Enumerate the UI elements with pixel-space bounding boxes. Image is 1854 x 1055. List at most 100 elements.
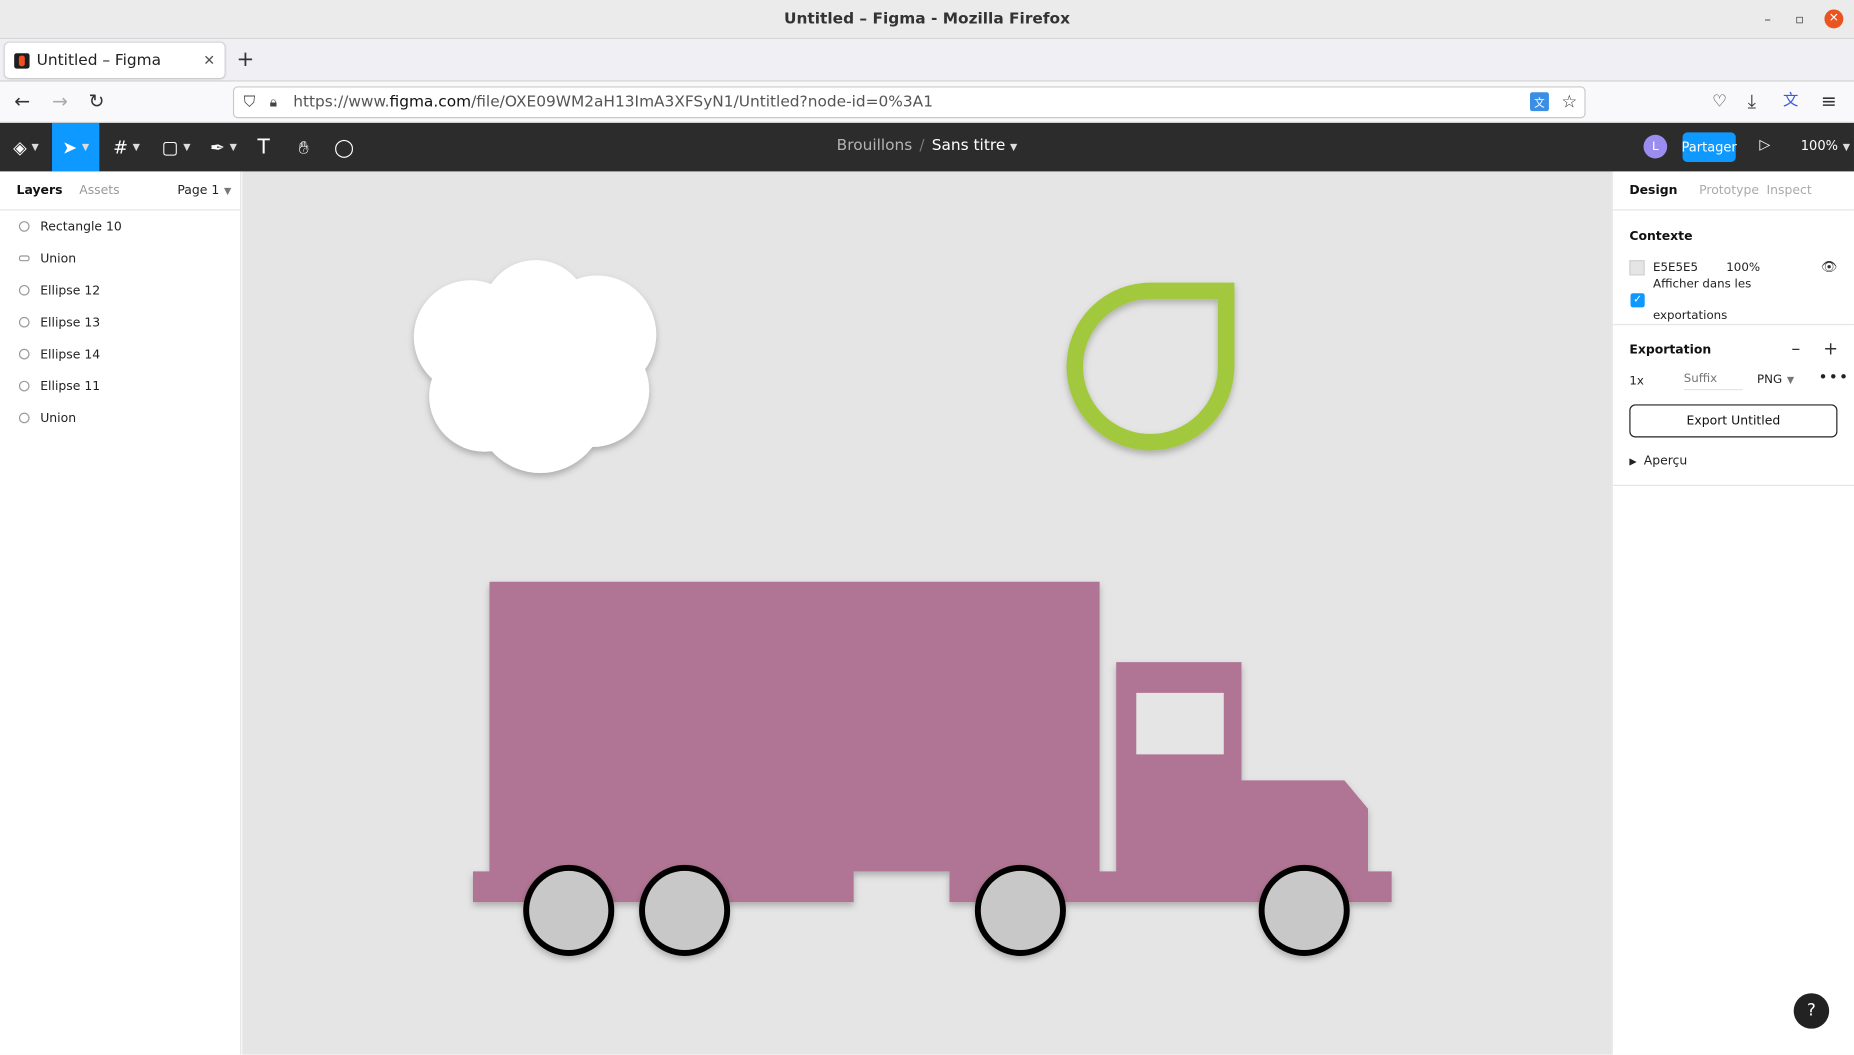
eye-icon[interactable]: 👁︎ xyxy=(1821,259,1838,274)
layer-label: Union xyxy=(40,410,77,426)
divider xyxy=(1612,484,1854,486)
tab-close-icon[interactable]: ✕ xyxy=(203,52,215,69)
translate-icon[interactable]: 文 xyxy=(1530,92,1549,112)
divider xyxy=(1612,323,1854,326)
tab-inspect[interactable]: Inspect xyxy=(1766,183,1811,197)
ellipse-layer-icon xyxy=(18,316,30,328)
layer-label: Ellipse 14 xyxy=(40,347,101,362)
truck-window xyxy=(1136,692,1224,755)
pocket-icon[interactable]: ♡ xyxy=(1712,91,1727,112)
add-export-icon[interactable]: + xyxy=(1823,338,1838,359)
layer-item[interactable]: Ellipse 11 xyxy=(0,370,240,402)
zoom-dropdown[interactable]: 100% ▼ xyxy=(1801,138,1850,153)
ellipse-layer-icon xyxy=(18,348,30,360)
layer-item[interactable]: Ellipse 13 xyxy=(0,306,240,338)
canvas-artwork xyxy=(413,260,1392,956)
layer-label: Ellipse 12 xyxy=(40,283,101,298)
cloud-shape[interactable] xyxy=(413,260,657,473)
show-in-exports-checkbox[interactable]: ✓ xyxy=(1630,293,1645,308)
truck-wheel[interactable] xyxy=(639,864,731,956)
reload-icon[interactable]: ↻ xyxy=(89,90,105,112)
breadcrumb-folder[interactable]: Brouillons xyxy=(837,137,913,155)
tab-prototype[interactable]: Prototype xyxy=(1699,183,1759,197)
present-play-icon[interactable]: ▷ xyxy=(1759,136,1770,153)
lock-icon[interactable]: 🔒︎ xyxy=(270,93,278,111)
tab-assets[interactable]: Assets xyxy=(79,183,119,197)
ellipse-layer-icon xyxy=(18,284,30,296)
context-section-title: Contexte xyxy=(1629,229,1693,244)
chevron-down-icon: ▼ xyxy=(223,185,232,197)
back-icon[interactable]: ← xyxy=(14,90,30,112)
vector-layer-icon xyxy=(18,221,30,232)
maximize-icon[interactable]: ▫ xyxy=(1791,11,1808,28)
bookmark-star-icon[interactable]: ☆ xyxy=(1561,91,1577,112)
truck-wheel[interactable] xyxy=(974,864,1066,956)
chevron-down-icon: ▼ xyxy=(1842,141,1850,153)
preview-toggle[interactable]: ▶ Aperçu xyxy=(1629,454,1687,468)
remove-export-icon[interactable]: – xyxy=(1791,338,1800,359)
layer-item[interactable]: Ellipse 12 xyxy=(0,274,240,306)
export-suffix-input[interactable] xyxy=(1683,372,1743,391)
export-format-value: PNG xyxy=(1757,373,1783,387)
union-layer-icon xyxy=(18,255,30,262)
close-window-icon[interactable]: ✕ xyxy=(1824,9,1844,29)
window-title: Untitled – Figma - Mozilla Firefox xyxy=(783,10,1070,28)
layer-item[interactable]: Union xyxy=(0,402,240,434)
right-panel-tabs: Design Prototype Inspect xyxy=(1612,171,1854,211)
layer-label: Rectangle 10 xyxy=(40,219,122,234)
background-color-swatch[interactable] xyxy=(1629,260,1645,276)
export-section-title: Exportation xyxy=(1629,342,1712,358)
download-icon[interactable]: ⤓ xyxy=(1748,90,1756,112)
shield-icon[interactable]: ⛉ xyxy=(244,93,256,111)
preview-label: Aperçu xyxy=(1643,454,1688,469)
truck-shape[interactable] xyxy=(472,581,1392,903)
leaf-shape[interactable] xyxy=(1066,282,1235,451)
more-options-icon[interactable]: ••• xyxy=(1819,369,1850,387)
tab-title: Untitled – Figma xyxy=(36,51,162,70)
page-selector[interactable]: Page 1 ▼ xyxy=(177,183,231,197)
layers-panel: Layers Assets Page 1 ▼ Rectangle 10 Union… xyxy=(0,171,242,1055)
new-tab-icon[interactable]: + xyxy=(236,47,254,72)
minimize-icon[interactable]: – xyxy=(1759,11,1776,28)
breadcrumb-separator: / xyxy=(919,137,925,155)
caret-right-icon: ▶ xyxy=(1629,456,1637,468)
layer-label: Union xyxy=(40,251,77,266)
zoom-value: 100% xyxy=(1800,138,1838,154)
left-panel-tabs: Layers Assets Page 1 ▼ xyxy=(0,171,241,211)
ellipse-layer-icon xyxy=(18,380,30,392)
layer-item[interactable]: Ellipse 14 xyxy=(0,338,240,370)
background-opacity-value[interactable]: 100% xyxy=(1726,261,1760,274)
truck-wheel[interactable] xyxy=(1258,864,1350,956)
background-hex-value[interactable]: E5E5E5 xyxy=(1653,261,1698,274)
forward-icon[interactable]: → xyxy=(52,90,68,112)
breadcrumb: Brouillons / Sans titre ▼ xyxy=(0,137,1854,155)
browser-tab[interactable]: Untitled – Figma ✕ xyxy=(4,42,225,79)
url-prefix: https://www. xyxy=(293,93,390,112)
truck-wheel[interactable] xyxy=(523,864,615,956)
window-titlebar: Untitled – Figma - Mozilla Firefox – ▫ ✕ xyxy=(0,0,1854,40)
layer-item[interactable]: Rectangle 10 xyxy=(0,210,240,242)
menu-icon[interactable]: ≡ xyxy=(1821,90,1837,112)
layer-label: Ellipse 11 xyxy=(40,378,101,394)
figma-toolbar: ◈ ▼ ➤ ▼ # ▼ ▢ ▼ ✒ ▼ T ✋︎ ◯ Brouillons / Sans ti… xyxy=(0,122,1854,172)
file-name[interactable]: Sans titre xyxy=(932,137,1006,155)
extension-translate-icon[interactable]: 文 xyxy=(1783,91,1798,112)
layer-item[interactable]: Union xyxy=(0,242,240,274)
browser-tabbar: Untitled – Figma ✕ + xyxy=(0,39,1854,82)
union-layer-icon xyxy=(18,412,30,424)
tab-design[interactable]: Design xyxy=(1629,183,1677,197)
export-scale-select[interactable]: 1x xyxy=(1629,375,1644,388)
chevron-down-icon[interactable]: ▼ xyxy=(1010,142,1017,153)
url-text[interactable]: https://www.figma.com/file/OXE09WM2aH13I… xyxy=(293,93,933,111)
avatar[interactable]: L xyxy=(1643,134,1668,159)
figma-favicon-icon xyxy=(14,52,30,68)
url-bar[interactable]: ⛉ 🔒︎ https://www.figma.com/file/OXE09WM2… xyxy=(232,86,1586,119)
browser-navbar: ← → ↻ ⛉ 🔒︎ https://www.figma.com/file/OX… xyxy=(0,81,1854,123)
export-format-select[interactable]: PNG ▼ xyxy=(1757,374,1794,387)
help-button[interactable]: ? xyxy=(1793,993,1830,1029)
export-button[interactable]: Export Untitled xyxy=(1629,404,1838,438)
url-path: /file/OXE09WM2aH13ImA3XFSyN1/Untitled?no… xyxy=(471,93,933,112)
share-button[interactable]: Partager xyxy=(1682,132,1737,162)
design-canvas[interactable] xyxy=(242,171,1612,1055)
tab-layers[interactable]: Layers xyxy=(17,183,63,197)
